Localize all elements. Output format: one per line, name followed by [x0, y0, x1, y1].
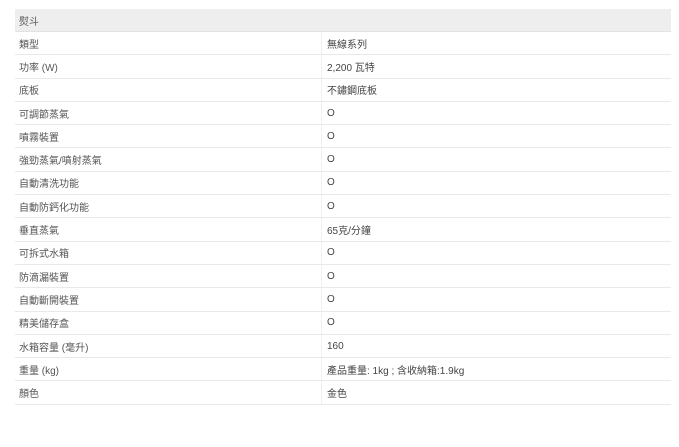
table-row: 類型 無線系列	[15, 32, 671, 56]
spec-value: 不鏽鋼底板	[321, 78, 671, 101]
spec-value: O	[321, 311, 671, 334]
spec-value: 金色	[321, 381, 671, 404]
table-row: 顏色 金色	[15, 381, 671, 405]
spec-label: 精美儲存盒	[19, 319, 69, 331]
table-body: 類型 無線系列 功率 (W) 2,200 瓦特 底板 不鏽鋼底板 可調節蒸氣 O 噴霧裝置 O 強勁…	[15, 32, 671, 405]
spec-label: 防滴漏裝置	[19, 272, 69, 284]
spec-value: O	[321, 288, 671, 311]
spec-label: 垂直蒸氣	[19, 226, 59, 238]
spec-value: 無線系列	[321, 32, 671, 55]
spec-label: 自動清洗功能	[19, 179, 79, 191]
table-row: 可拆式水箱 O	[15, 241, 671, 265]
spec-value: O	[321, 101, 671, 125]
table-row: 可調節蒸氣 O	[15, 101, 671, 126]
spec-value: 160	[321, 334, 671, 358]
spec-label: 類型	[19, 39, 39, 51]
table-row: 底板 不鏽鋼底板	[15, 78, 671, 102]
spec-value: O	[321, 264, 671, 288]
spec-value: O	[321, 125, 671, 148]
spec-value: O	[321, 241, 671, 264]
spec-value: O	[321, 148, 671, 171]
spec-value: 65克/分鐘	[321, 218, 671, 241]
spec-label: 底板	[19, 86, 39, 98]
spec-label: 功率 (W)	[19, 62, 58, 74]
spec-label: 可調節蒸氣	[19, 109, 69, 121]
table-row: 自動清洗功能 O	[15, 171, 671, 196]
spec-label: 噴霧裝置	[19, 132, 59, 144]
spec-label: 自動斷開裝置	[19, 295, 79, 307]
spec-value: 產品重量: 1kg ; 含收納箱:1.9kg	[321, 358, 671, 381]
spec-label: 強勁蒸氣/噴射蒸氣	[19, 156, 102, 168]
table-row: 垂直蒸氣 65克/分鐘	[15, 218, 671, 242]
table-row: 自動防鈣化功能 O	[15, 195, 671, 219]
table-row: 自動斷開裝置 O	[15, 288, 671, 312]
spec-label: 自動防鈣化功能	[19, 202, 89, 214]
table-row: 防滴漏裝置 O	[15, 264, 671, 289]
spec-table: 熨斗 類型 無線系列 功率 (W) 2,200 瓦特 底板 不鏽鋼底板 可調節蒸氣 O 噴霧裝置…	[15, 9, 671, 405]
table-row: 精美儲存盒 O	[15, 311, 671, 335]
table-row: 重量 (kg) 產品重量: 1kg ; 含收納箱:1.9kg	[15, 358, 671, 382]
spec-label: 重量 (kg)	[19, 365, 59, 377]
spec-value: 2,200 瓦特	[321, 55, 671, 78]
spec-value: O	[321, 195, 671, 218]
spec-label: 水箱容量 (毫升)	[19, 342, 89, 354]
table-row: 強勁蒸氣/噴射蒸氣 O	[15, 148, 671, 172]
table-row: 噴霧裝置 O	[15, 125, 671, 149]
table-row: 功率 (W) 2,200 瓦特	[15, 55, 671, 79]
spec-label: 顏色	[19, 389, 39, 401]
spec-value: O	[321, 171, 671, 195]
spec-label: 可拆式水箱	[19, 249, 69, 261]
table-row: 水箱容量 (毫升) 160	[15, 334, 671, 359]
table-header: 熨斗	[15, 9, 671, 32]
